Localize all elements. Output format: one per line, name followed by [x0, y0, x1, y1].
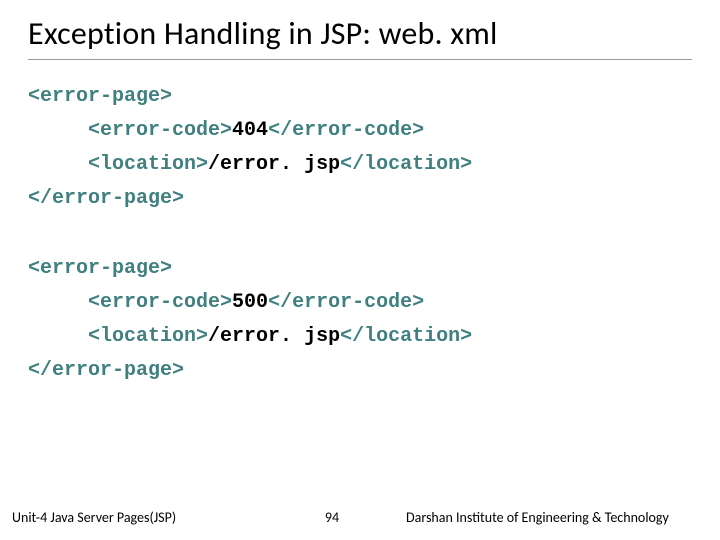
tag-error-code-close: </error-code>	[268, 119, 424, 142]
code-blocks: <error-page> <error-code>404</error-code…	[28, 80, 692, 388]
tag-error-code-close: </error-code>	[268, 291, 424, 314]
code-block-1: <error-page> <error-code>500</error-code…	[28, 252, 692, 388]
tag-close-outer: </error-page>	[28, 187, 184, 210]
footer-right: Darshan Institute of Engineering & Techn…	[392, 509, 708, 526]
tag-open-outer: <error-page>	[28, 85, 172, 108]
slide-title: Exception Handling in JSP: web. xml	[28, 14, 692, 60]
tag-location-close: </location>	[340, 153, 472, 176]
value-error-code: 500	[232, 291, 268, 314]
code-block-0: <error-page> <error-code>404</error-code…	[28, 80, 692, 216]
tag-location-open: <location>	[88, 325, 208, 348]
tag-error-code-open: <error-code>	[88, 291, 232, 314]
value-location: /error. jsp	[208, 153, 340, 176]
value-location: /error. jsp	[208, 325, 340, 348]
slide: Exception Handling in JSP: web. xml <err…	[0, 0, 720, 540]
tag-location-open: <location>	[88, 153, 208, 176]
tag-open-outer: <error-page>	[28, 257, 172, 280]
value-error-code: 404	[232, 119, 268, 142]
tag-location-close: </location>	[340, 325, 472, 348]
tag-close-outer: </error-page>	[28, 359, 184, 382]
tag-error-code-open: <error-code>	[88, 119, 232, 142]
footer: Unit-4 Java Server Pages(JSP) 94 Darshan…	[0, 509, 720, 526]
footer-left: Unit-4 Java Server Pages(JSP)	[12, 509, 272, 526]
footer-page-number: 94	[272, 509, 392, 526]
